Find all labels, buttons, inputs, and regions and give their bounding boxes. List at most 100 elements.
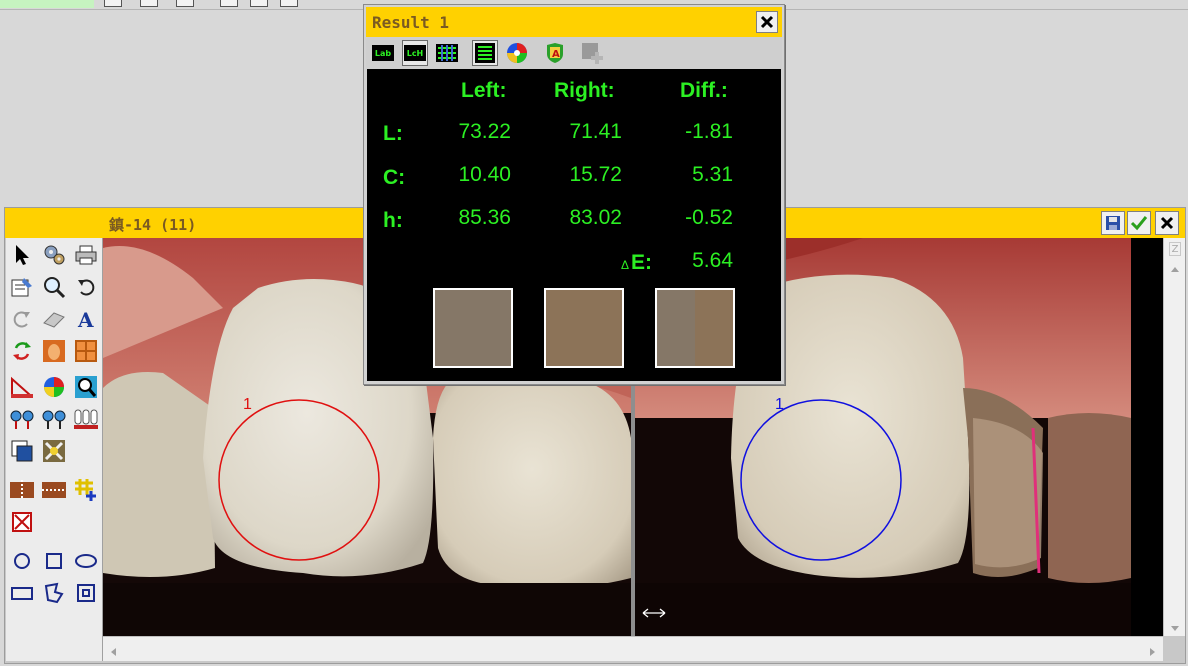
row-label-l: L:	[383, 122, 403, 145]
grid-add-tool[interactable]	[72, 476, 100, 504]
horizontal-scrollbar[interactable]	[103, 636, 1163, 661]
pins-compare-tool[interactable]	[40, 405, 68, 433]
tooth-image-tool[interactable]	[40, 337, 68, 365]
scroll-down-icon[interactable]	[1169, 620, 1181, 632]
toolbar-button[interactable]	[220, 0, 238, 7]
header-left: Left:	[461, 79, 507, 102]
layers-tool[interactable]	[8, 437, 36, 465]
undo-tool[interactable]	[72, 273, 100, 301]
multi-image-tool[interactable]	[72, 337, 100, 365]
ellipse-tool[interactable]	[72, 547, 100, 575]
rectangle-tool[interactable]	[8, 579, 36, 607]
gears-icon	[44, 245, 65, 265]
scroll-right-icon[interactable]	[1147, 643, 1159, 656]
clear-tool[interactable]	[8, 508, 36, 536]
scroll-up-icon[interactable]	[1169, 260, 1181, 272]
pointer-tool[interactable]	[8, 241, 36, 269]
right-marker-label: 1	[775, 396, 784, 413]
toolbar-button[interactable]	[280, 0, 298, 7]
list-view-button[interactable]	[472, 40, 498, 66]
measure-tool[interactable]	[8, 373, 36, 401]
grid-mode-button[interactable]	[434, 40, 460, 66]
lab-mode-button[interactable]: Lab	[370, 40, 396, 66]
result-data-panel: Left: Right: Diff.: L: 73.22 71.41 -1.81…	[367, 69, 781, 381]
left-color-swatch	[433, 288, 513, 368]
rectangle-shape-icon	[11, 587, 33, 600]
result-title: Result 1	[372, 13, 450, 32]
toolbar-button[interactable]	[104, 0, 122, 7]
diff-swatch-right-half	[695, 290, 733, 366]
toolbar-button[interactable]	[250, 0, 268, 7]
redo-icon	[13, 311, 30, 328]
color-wheel-tool[interactable]	[40, 373, 68, 401]
value-c-left: 10.40	[458, 163, 511, 186]
settings-tool[interactable]	[40, 241, 68, 269]
zoom-z-icon[interactable]: Z	[1169, 242, 1181, 256]
eraser-tool[interactable]	[40, 305, 68, 333]
value-c-right: 15.72	[569, 163, 622, 186]
square-tool[interactable]	[40, 547, 68, 575]
shield-a-icon: A	[547, 43, 563, 63]
text-tool[interactable]: A	[72, 305, 100, 333]
toolbar-button[interactable]	[176, 0, 194, 7]
delete-image-tool[interactable]	[40, 437, 68, 465]
shield-a-button[interactable]: A	[542, 40, 568, 66]
lch-mode-button[interactable]: LcH	[402, 40, 428, 66]
ellipse-shape-icon	[75, 554, 97, 568]
scroll-left-icon[interactable]	[107, 643, 119, 656]
print-tool[interactable]	[72, 241, 100, 269]
circle-tool[interactable]	[8, 547, 36, 575]
value-l-right: 71.41	[569, 120, 622, 143]
split-horizontal-tool[interactable]	[40, 476, 68, 504]
color-wheel-icon	[44, 377, 64, 397]
result-titlebar[interactable]: Result 1	[366, 7, 782, 37]
zoom-region-icon	[75, 376, 97, 398]
add-disabled-button[interactable]	[580, 40, 606, 66]
split-vertical-tool[interactable]	[8, 476, 36, 504]
toolbar-button[interactable]	[140, 0, 158, 7]
color-wheel-button[interactable]	[504, 40, 530, 66]
tool-palette: A	[6, 238, 103, 661]
pins-compare-icon	[42, 410, 66, 429]
image-window-title: 鎮-14 (11)	[109, 216, 197, 234]
polygon-tool[interactable]	[40, 579, 68, 607]
properties-tool[interactable]	[8, 273, 36, 301]
confirm-button[interactable]	[1127, 211, 1151, 235]
value-l-diff: -1.81	[685, 120, 733, 143]
svg-text:A: A	[77, 308, 94, 330]
text-a-icon: A	[77, 308, 94, 330]
split-horizontal-icon	[42, 482, 66, 498]
close-image-button[interactable]	[1155, 211, 1179, 235]
polygon-shape-icon	[44, 582, 64, 604]
result-window: Result 1 Lab LcH A Left: Right: Diff.: L…	[363, 4, 785, 385]
delta-e-label: E:	[631, 251, 652, 274]
inner-square-tool[interactable]	[72, 579, 100, 607]
pins-icon	[10, 410, 34, 429]
value-h-diff: -0.52	[685, 206, 733, 229]
close-icon	[1160, 216, 1174, 230]
diff-color-swatch	[655, 288, 735, 368]
pins-tool[interactable]	[8, 405, 36, 433]
save-icon	[1106, 216, 1120, 230]
close-icon	[760, 15, 774, 29]
zoom-region-tool[interactable]	[72, 373, 100, 401]
redo-tool[interactable]	[8, 305, 36, 333]
zoom-tool[interactable]	[40, 273, 68, 301]
rotate-tool[interactable]	[8, 337, 36, 365]
magnifier-icon	[44, 277, 66, 299]
teeth-row-tool[interactable]	[72, 405, 100, 433]
delete-image-icon	[43, 440, 65, 462]
circle-shape-icon	[14, 553, 30, 569]
cross-box-icon	[12, 512, 32, 532]
inner-square-icon	[77, 584, 95, 602]
status-indicator	[0, 0, 94, 8]
add-disabled-icon	[582, 43, 603, 64]
vertical-scrollbar[interactable]: Z	[1163, 238, 1185, 636]
save-button[interactable]	[1101, 211, 1125, 235]
lab-icon: Lab	[372, 45, 394, 61]
result-close-button[interactable]	[756, 11, 778, 33]
split-vertical-icon	[10, 480, 34, 500]
header-diff: Diff.:	[680, 79, 728, 102]
tooth-image-icon	[43, 340, 65, 362]
delta-symbol: Δ	[621, 258, 630, 272]
